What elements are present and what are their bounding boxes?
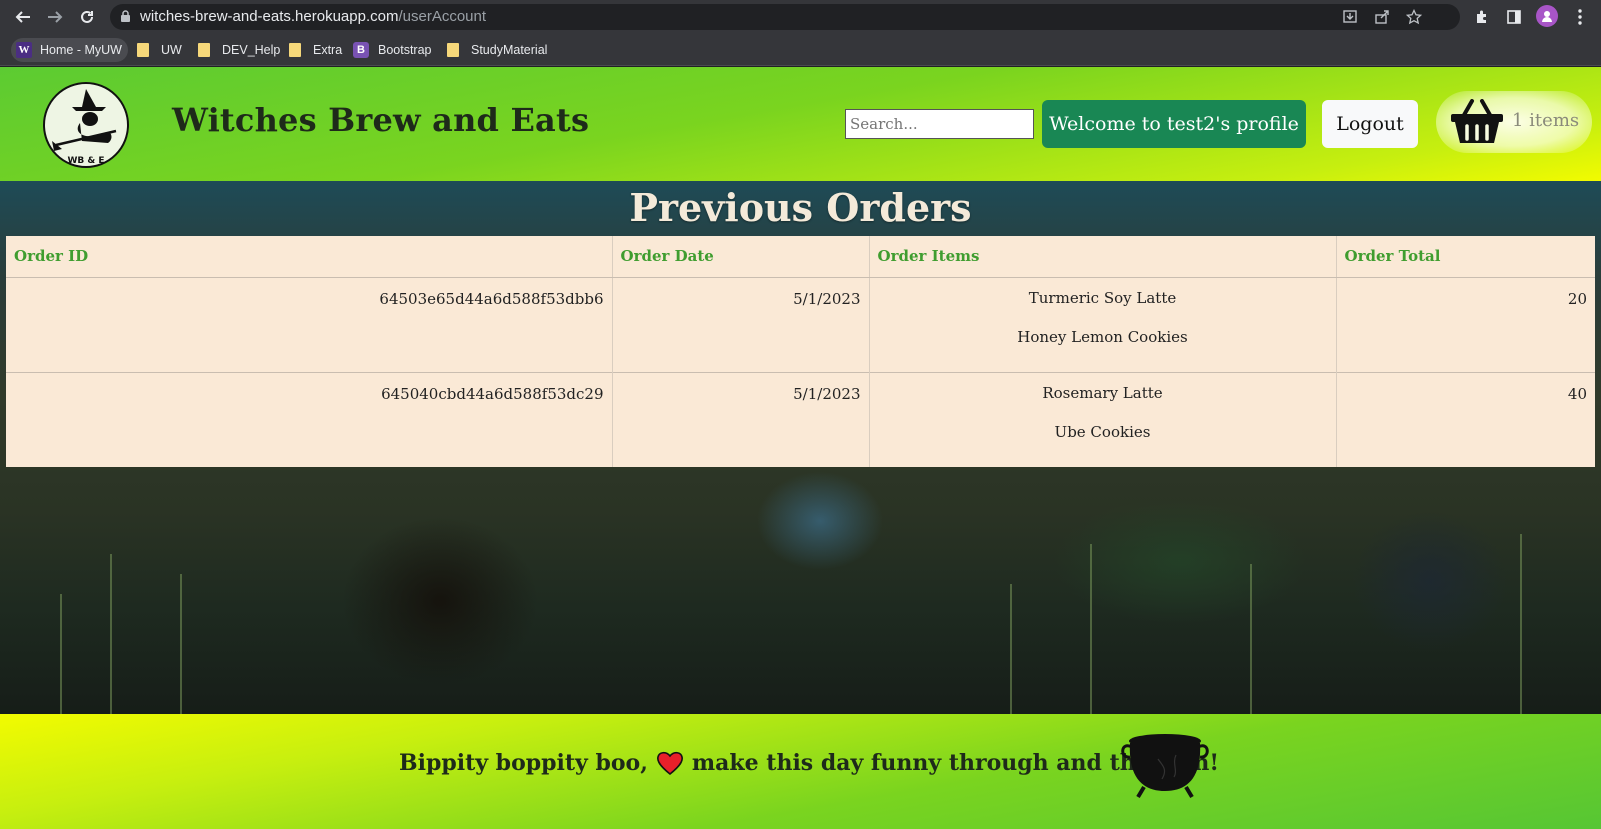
order-id-cell: 64503e65d44a6d588f53dbb6 (6, 276, 613, 372)
order-items-cell: Turmeric Soy Latte Honey Lemon Cookies (869, 276, 1337, 372)
reload-icon (81, 10, 93, 23)
bookmark-bootstrap[interactable]: B Bootstrap (353, 38, 432, 62)
order-item: Turmeric Soy Latte (1028, 288, 1177, 307)
logo-lettering: WB & E (67, 156, 104, 166)
kebab-menu-icon (1578, 9, 1582, 25)
order-total-cell: 40 (1336, 371, 1595, 467)
back-button[interactable] (12, 6, 34, 28)
site-title[interactable]: Witches Brew and Eats (172, 101, 589, 139)
bookmark-uw[interactable]: UW (137, 38, 182, 62)
reload-button[interactable] (76, 6, 98, 28)
grass-blade (1090, 544, 1092, 714)
bookmark-label: Bootstrap (378, 43, 432, 57)
order-date-cell: 5/1/2023 (612, 276, 870, 372)
bootstrap-logo-icon: B (353, 42, 369, 58)
side-panel-icon (1507, 10, 1521, 24)
grass-blade (110, 554, 112, 714)
table-header-row: Order ID Order Date Order Items Order To… (6, 236, 1595, 278)
bookmark-label: StudyMaterial (471, 43, 548, 57)
footer-slogan: Bippity boppity boo, make this day funny… (399, 750, 1219, 776)
grass-blade (1520, 534, 1522, 714)
url-path: /userAccount (398, 8, 487, 25)
order-id-cell: 645040cbd44a6d588f53dc29 (6, 371, 613, 467)
order-item: Honey Lemon Cookies (1017, 327, 1188, 346)
puzzle-icon (1477, 10, 1486, 23)
table-row: 64503e65d44a6d588f53dbb6 5/1/2023 Turmer… (6, 276, 1595, 372)
profile-welcome-button[interactable]: Welcome to test2's profile (1042, 100, 1306, 148)
order-total-cell: 20 (1336, 276, 1595, 372)
browser-menu-button[interactable] (1570, 7, 1590, 27)
folder-icon (289, 43, 301, 57)
folder-icon (137, 43, 149, 57)
grass-blade (1250, 564, 1252, 714)
logout-button[interactable]: Logout (1322, 100, 1418, 148)
bookmark-star-icon[interactable] (1406, 9, 1422, 25)
lock-icon (121, 10, 130, 22)
url-host: witches-brew-and-eats.herokuapp.com (140, 8, 399, 25)
bookmark-label: Home - MyUW (40, 43, 122, 57)
column-header-order-items: Order Items (869, 236, 1337, 278)
bookmark-home-myuw[interactable]: W Home - MyUW (11, 38, 128, 62)
web-page: WB & E Witches Brew and Eats Welcome to … (0, 67, 1601, 829)
share-icon[interactable] (1374, 9, 1390, 25)
profile-avatar[interactable] (1536, 5, 1558, 27)
browser-toolbar: witches-brew-and-eats.herokuapp.com/user… (0, 0, 1601, 34)
grass-blade (1010, 584, 1012, 714)
bookmark-studymaterial[interactable]: StudyMaterial (447, 38, 547, 62)
side-panel-button[interactable] (1504, 7, 1524, 27)
bookmark-label: UW (161, 43, 182, 57)
footer-text-start: Bippity boppity boo, (399, 750, 648, 776)
forward-button[interactable] (44, 6, 66, 28)
column-header-order-date: Order Date (612, 236, 870, 278)
grass-blade (60, 594, 62, 714)
uw-logo-icon: W (16, 42, 32, 58)
order-item: Rosemary Latte (1042, 383, 1163, 402)
order-date-cell: 5/1/2023 (612, 371, 870, 467)
url-text: witches-brew-and-eats.herokuapp.com/user… (140, 8, 486, 25)
site-footer: Bippity boppity boo, make this day funny… (0, 714, 1601, 829)
cauldron-icon (1121, 734, 1209, 799)
table-row: 645040cbd44a6d588f53dc29 5/1/2023 Rosema… (6, 371, 1595, 467)
basket-icon (1451, 99, 1503, 143)
forward-arrow-icon (48, 11, 63, 23)
bookmark-dev-help[interactable]: DEV_Help (198, 38, 280, 62)
address-bar[interactable]: witches-brew-and-eats.herokuapp.com/user… (110, 4, 1460, 30)
bookmark-extra[interactable]: Extra (289, 38, 342, 62)
bookmark-label: Extra (313, 43, 343, 57)
cart-count: 1 items (1512, 110, 1580, 131)
bookmarks-bar: W Home - MyUW UW DEV_Help Extra B Bootst… (0, 34, 1601, 66)
heart-icon (656, 751, 683, 776)
column-header-order-id: Order ID (6, 236, 613, 278)
order-item: Ube Cookies (1054, 422, 1151, 441)
page-title: Previous Orders (629, 185, 972, 230)
witch-logo-icon[interactable]: WB & E (42, 81, 130, 169)
search-input[interactable] (845, 109, 1034, 139)
install-app-icon[interactable] (1342, 9, 1358, 25)
orders-table: Order ID Order Date Order Items Order To… (6, 236, 1595, 467)
folder-icon (447, 43, 459, 57)
bookmark-label: DEV_Help (222, 43, 281, 57)
extensions-button[interactable] (1472, 7, 1492, 27)
order-items-cell: Rosemary Latte Ube Cookies (869, 371, 1337, 467)
site-header: WB & E Witches Brew and Eats Welcome to … (0, 67, 1601, 181)
avatar-icon (1542, 11, 1552, 22)
grass-blade (180, 574, 182, 714)
column-header-order-total: Order Total (1336, 236, 1595, 278)
back-arrow-icon (15, 11, 30, 23)
folder-icon (198, 43, 210, 57)
cart-button[interactable]: 1 items (1436, 91, 1592, 153)
